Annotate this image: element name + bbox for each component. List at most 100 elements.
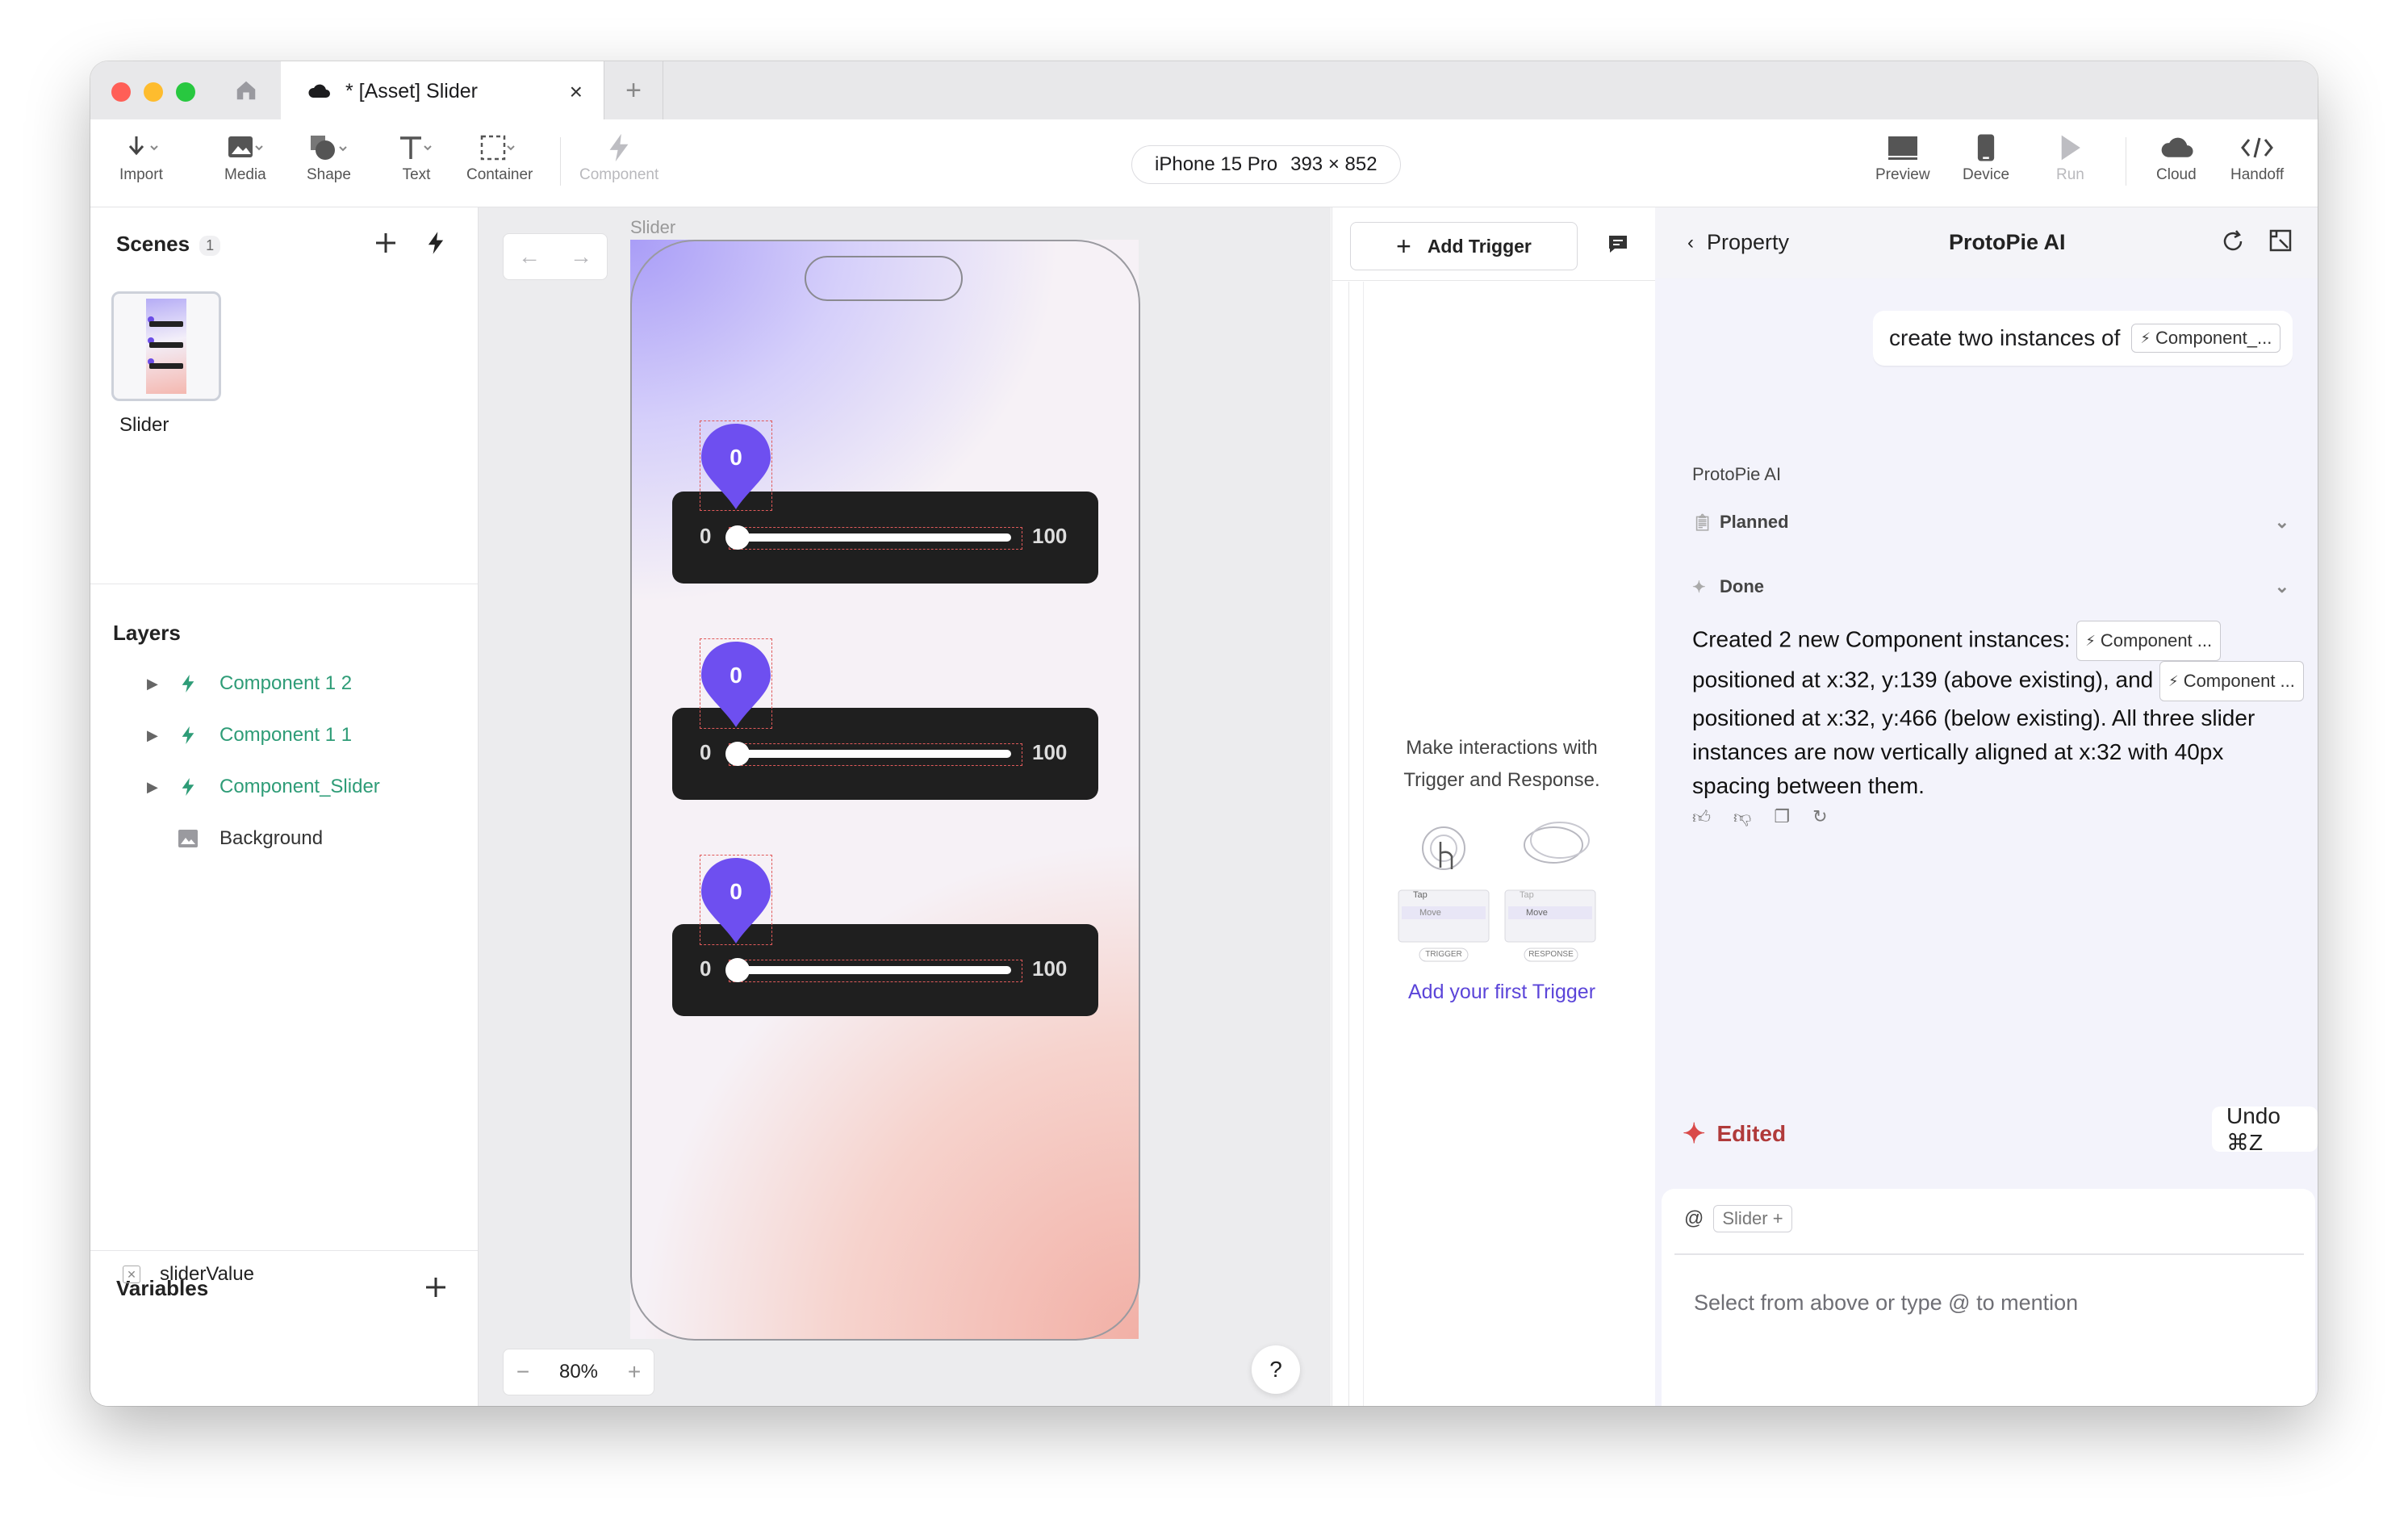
layer-row[interactable]: ▶ Component 1 1 (147, 719, 352, 751)
component-icon (182, 726, 194, 744)
close-window-button[interactable] (111, 82, 131, 102)
chevron-down-icon[interactable]: ⌄ (2275, 512, 2289, 533)
device-selector[interactable]: iPhone 15 Pro 393 × 852 (1131, 145, 1401, 184)
scene-mini-slider (149, 363, 183, 369)
media-label: Media (224, 166, 266, 183)
document-tab[interactable]: * [Asset] Slider × (281, 61, 604, 121)
value-pin: 0 (700, 856, 772, 947)
illus-tap-label: Tap (1413, 890, 1428, 900)
component-mention-chip[interactable]: ⚡︎ Component ... (2159, 661, 2304, 701)
thumbs-up-icon[interactable]: 👍︎ (1692, 806, 1711, 828)
sparkle-icon: ✦ (1692, 578, 1706, 596)
app-window: * [Asset] Slider × + Import Media Shape … (90, 61, 2318, 1406)
at-icon[interactable]: @ (1684, 1207, 1704, 1230)
preview-button[interactable]: Preview (1875, 129, 1930, 184)
undo-button[interactable]: Undo ⌘Z (2212, 1103, 2318, 1155)
cloud-button[interactable]: Cloud (2156, 129, 2197, 184)
add-first-trigger-link[interactable]: Add your first Trigger (1365, 981, 1639, 1004)
run-button[interactable]: Run (2056, 129, 2084, 184)
scene-thumbnail[interactable] (111, 291, 221, 401)
ai-title: ProtoPie AI (1949, 230, 2066, 254)
shape-button[interactable]: Shape (307, 129, 351, 184)
text-label: Text (402, 166, 431, 183)
slider-thumb[interactable] (725, 742, 750, 766)
canvas[interactable]: ← → Slider 0 100 0 0 100 0 0 100 0 − 80%… (479, 207, 1331, 1406)
illus-move-label: Move (1526, 908, 1548, 918)
edited-label: Edited (1716, 1121, 1787, 1146)
comment-icon[interactable] (1607, 233, 1629, 254)
thumbs-down-icon[interactable]: 👎︎ (1733, 806, 1751, 828)
property-back-button[interactable]: ‹ Property (1687, 230, 1789, 255)
component-button[interactable]: Component (579, 129, 658, 184)
text-button[interactable]: Text (397, 129, 436, 184)
copy-icon[interactable]: ❐ (1774, 806, 1790, 828)
done-step[interactable]: ✦ Done ⌄ (1692, 572, 2289, 601)
zoom-out-button[interactable]: − (504, 1359, 542, 1385)
zoom-window-button[interactable] (176, 82, 195, 102)
component-mention-chip[interactable]: ⚡︎ Component ... (2076, 621, 2222, 661)
layer-label: Component 1 1 (219, 724, 353, 746)
add-trigger-button[interactable]: + Add Trigger (1350, 222, 1578, 270)
forward-arrow-icon[interactable]: → (555, 234, 607, 279)
expand-caret-icon[interactable]: ▶ (147, 727, 160, 744)
minimize-window-button[interactable] (144, 82, 163, 102)
new-tab-button[interactable]: + (604, 61, 663, 119)
slider-track[interactable] (737, 966, 1011, 974)
feedback-row: 👍︎ 👎︎ ❐ ↻ (1692, 806, 1828, 828)
device-button[interactable]: Device (1963, 129, 2009, 184)
run-icon (2062, 135, 2081, 161)
expand-caret-icon[interactable]: ▶ (147, 779, 160, 796)
import-button[interactable]: Import (119, 129, 163, 184)
regenerate-icon[interactable]: ↻ (1812, 806, 1827, 828)
layer-row[interactable]: ▶ Component_Slider (147, 771, 380, 803)
layer-row[interactable]: Background (147, 822, 323, 855)
home-tab[interactable] (211, 61, 282, 119)
scene-interaction-icon[interactable] (424, 230, 447, 256)
chip-label: Component ... (2183, 671, 2295, 691)
import-label: Import (119, 166, 163, 183)
component-mention-chip[interactable]: ⚡︎ Component_... (2131, 324, 2281, 353)
panel-divider (90, 1250, 478, 1251)
toolbar: Import Media Shape Text Container Compon… (90, 119, 2318, 207)
component-icon (609, 133, 629, 162)
slider-track[interactable] (737, 750, 1011, 758)
component-icon: ⚡︎ (2140, 329, 2151, 346)
back-arrow-icon[interactable]: ← (504, 234, 555, 279)
ai-header: ‹ Property ProtoPie AI (1655, 207, 2318, 278)
slider-thumb[interactable] (725, 958, 750, 982)
chevron-down-icon[interactable]: ⌄ (2275, 576, 2289, 597)
component-icon (182, 778, 194, 796)
planned-step[interactable]: 📋︎ Planned ⌄ (1692, 508, 2289, 537)
handoff-button[interactable]: Handoff (2230, 129, 2284, 184)
slider-track[interactable] (737, 533, 1011, 542)
layer-row[interactable]: ▶ Component 1 2 (147, 667, 352, 700)
media-icon (228, 136, 263, 157)
home-icon (236, 81, 256, 100)
slider-thumb[interactable] (725, 525, 750, 550)
media-button[interactable]: Media (224, 129, 266, 184)
device-label: Device (1963, 166, 2010, 183)
toolbar-divider (560, 137, 561, 186)
refresh-icon[interactable] (2220, 228, 2246, 254)
zoom-level[interactable]: 80% (542, 1361, 615, 1383)
mention-row: @ Slider + (1684, 1205, 1792, 1232)
step-label: Planned (1720, 512, 1789, 532)
variable-row[interactable]: ✕ sliderValue (123, 1263, 254, 1286)
add-scene-icon[interactable] (373, 230, 399, 256)
handoff-label: Handoff (2230, 166, 2285, 183)
history-nav: ← → (503, 233, 608, 280)
expand-caret-icon[interactable]: ▶ (147, 676, 160, 692)
scene-mention-chip[interactable]: Slider + (1713, 1205, 1792, 1232)
close-tab-icon[interactable]: × (570, 79, 583, 105)
title-bar: * [Asset] Slider × + (90, 61, 2318, 121)
empty-state-line: Make interactions with (1406, 737, 1598, 759)
artboard[interactable]: 0 100 0 0 100 0 0 100 0 (630, 240, 1140, 1341)
import-icon (128, 136, 158, 156)
zoom-in-button[interactable]: + (615, 1359, 654, 1385)
add-variable-icon[interactable] (423, 1274, 449, 1300)
dock-panel-icon[interactable] (2268, 228, 2293, 253)
help-button[interactable]: ? (1252, 1345, 1300, 1394)
scenes-header: Scenes 1 (116, 232, 221, 257)
prompt-input[interactable]: Select from above or type @ to mention (1694, 1291, 2078, 1316)
container-button[interactable]: Container (466, 129, 533, 184)
